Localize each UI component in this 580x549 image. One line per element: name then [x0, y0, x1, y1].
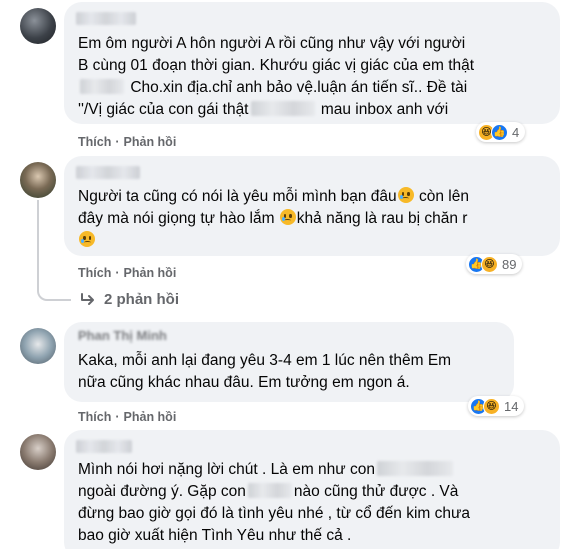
reaction-count: 14 — [504, 398, 519, 414]
reaction-count: 4 — [512, 124, 520, 140]
comment-actions: Thích · Phản hồi — [78, 266, 177, 280]
commenter-name-redacted[interactable] — [76, 440, 132, 453]
commenter-avatar[interactable] — [20, 328, 56, 364]
comment-text: Người ta cũng có nói là yêu mỗi mình bạn… — [78, 186, 469, 252]
commenter-name-redacted[interactable]: Phan Thị Minh — [78, 328, 167, 343]
like-link[interactable]: Thích — [78, 266, 111, 280]
redacted-word — [247, 483, 292, 498]
sad-emoji-icon — [279, 209, 296, 225]
reply-link[interactable]: Phản hồi — [124, 135, 177, 149]
comment-text: Em ôm người A hôn người A rồi cũng như v… — [78, 35, 475, 118]
view-replies-link[interactable]: 2 phản hồi — [80, 291, 179, 308]
commenter-avatar[interactable] — [20, 434, 56, 470]
comment-text: Kaka, mỗi anh lại đang yêu 3-4 em 1 lúc … — [78, 352, 452, 391]
reply-arrow-icon — [81, 292, 94, 305]
sad-emoji-icon — [397, 187, 414, 203]
commenter-avatar[interactable] — [20, 162, 56, 198]
commenter-avatar[interactable] — [20, 8, 56, 44]
haha-icon: 😆 — [483, 397, 500, 415]
reply-link[interactable]: Phản hồi — [124, 266, 177, 280]
like-link[interactable]: Thích — [78, 135, 111, 149]
like-link[interactable]: Thích — [78, 410, 111, 424]
redacted-word — [376, 461, 453, 476]
comment-actions: Thích · Phản hồi — [78, 135, 177, 149]
sad-emoji-icon — [79, 231, 95, 247]
redacted-word — [80, 79, 124, 94]
commenter-name-redacted[interactable] — [76, 166, 140, 179]
comment-text: Mình nói hơi nặng lời chút . Là em như c… — [78, 461, 471, 544]
reaction-summary[interactable]: 👍 😆 14 — [468, 396, 525, 416]
reaction-summary[interactable]: 😆 👍 4 — [476, 122, 526, 142]
reaction-summary[interactable]: 👍 😆 89 — [466, 254, 523, 274]
redacted-word — [250, 101, 315, 116]
commenter-name-redacted[interactable] — [76, 12, 136, 25]
thread-connector — [37, 200, 71, 301]
reaction-count: 89 — [502, 256, 517, 272]
comment-actions: Thích · Phản hồi — [78, 410, 177, 424]
reply-link[interactable]: Phản hồi — [124, 410, 177, 424]
haha-icon: 😆 — [481, 255, 498, 273]
like-icon: 👍 — [491, 123, 508, 141]
